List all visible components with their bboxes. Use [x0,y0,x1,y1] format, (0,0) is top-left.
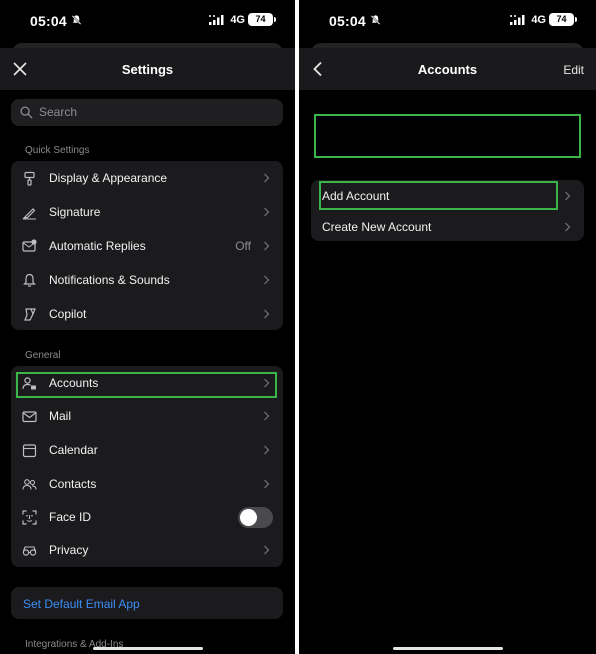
bell-icon [23,273,36,287]
automatic-replies-status: Off [235,239,251,253]
navigation-bar: Settings [0,48,295,90]
chevron-right-icon [264,207,270,217]
settings-row-notifications-sounds[interactable]: Notifications & Sounds [11,263,283,297]
battery-indicator: 74 [549,13,577,26]
home-indicator[interactable] [92,647,203,650]
page-title: Settings [121,62,174,77]
chevron-right-icon [264,545,270,555]
row-label: Copilot [49,307,87,321]
row-label: Signature [49,205,101,219]
settings-row-privacy[interactable]: Privacy [11,533,283,567]
settings-row-accounts[interactable]: Accounts [11,366,283,400]
toggle-knob [240,509,257,526]
privacy-icon [22,546,37,556]
chevron-right-icon [264,411,270,421]
face-id-toggle[interactable] [238,507,273,528]
chevron-right-icon [264,479,270,489]
row-label: Mail [49,409,72,423]
status-time: 05:04 [329,13,366,29]
status-time: 05:04 [30,13,67,29]
chevron-right-icon [565,191,571,201]
search-placeholder: Search [39,105,78,119]
settings-row-signature[interactable]: Signature [11,195,283,229]
silent-bell-icon [370,14,381,26]
chevron-right-icon [264,275,270,285]
calendar-icon [22,444,37,458]
chevron-right-icon [264,309,270,319]
row-label: Privacy [49,543,89,557]
cellular-signal-icon [209,15,224,25]
network-type: 4G [531,14,546,26]
add-account-label: Add Account [322,189,390,203]
battery-indicator: 74 [248,13,276,26]
row-label: Accounts [49,376,99,390]
chevron-right-icon [264,378,270,388]
set-default-email-app-label: Set Default Email App [23,597,140,611]
edit-button[interactable]: Edit [563,63,584,77]
accounts-icon [22,377,36,390]
chevron-right-icon [264,173,270,183]
status-bar: 05:04 4G 74 [299,0,596,44]
set-default-email-app-button[interactable]: Set Default Email App [11,587,283,619]
chevron-right-icon [264,241,270,251]
settings-row-copilot[interactable]: Copilot [11,297,283,331]
settings-row-mail[interactable]: Mail [11,399,283,433]
row-label: Face ID [49,510,92,524]
row-label: Notifications & Sounds [49,273,170,287]
add-account-row[interactable]: Add Account [311,180,584,210]
create-new-account-row[interactable]: Create New Account [311,211,584,241]
settings-row-display-appearance[interactable]: Display & Appearance [11,161,283,195]
signature-icon [22,208,36,220]
mail-icon [22,411,37,423]
chevron-right-icon [565,222,571,232]
settings-row-automatic-replies[interactable]: Automatic Replies Off [11,229,283,263]
navigation-bar: Accounts Edit [299,48,596,90]
settings-row-calendar[interactable]: Calendar [11,433,283,467]
account-list-highlight-box [314,114,581,158]
face-id-icon [22,510,37,525]
account-actions-group: Add Account Create New Account [311,180,584,241]
row-label: Display & Appearance [49,171,168,185]
cellular-signal-icon [510,15,525,25]
home-indicator[interactable] [392,647,503,650]
search-input[interactable]: Search [11,99,283,126]
status-bar: 05:04 4G 74 [0,0,295,44]
accounts-screen: 05:04 4G 74 Accounts Edit Add Account Cr… [299,0,596,654]
search-icon [20,106,33,119]
settings-screen: 05:04 4G 74 Settings Search Quick Settin… [0,0,296,654]
row-label: Automatic Replies [49,239,146,253]
silent-bell-icon [71,14,82,26]
row-label: Calendar [49,443,98,457]
create-new-account-label: Create New Account [322,220,432,234]
page-title: Accounts [417,62,478,77]
auto-reply-icon [22,239,37,252]
general-settings-group: Accounts Mail Calendar Contacts Face ID [11,366,283,567]
quick-settings-group: Display & Appearance Signature Automatic… [11,161,283,330]
section-label-general: General [25,350,61,361]
paint-roller-icon [24,171,35,186]
row-label: Contacts [49,477,97,491]
network-type: 4G [230,14,245,26]
settings-row-face-id: Face ID [11,500,283,534]
copilot-icon [24,308,36,321]
section-label-quick-settings: Quick Settings [25,145,90,156]
chevron-right-icon [264,445,270,455]
settings-row-contacts[interactable]: Contacts [11,467,283,501]
contacts-icon [22,479,37,490]
